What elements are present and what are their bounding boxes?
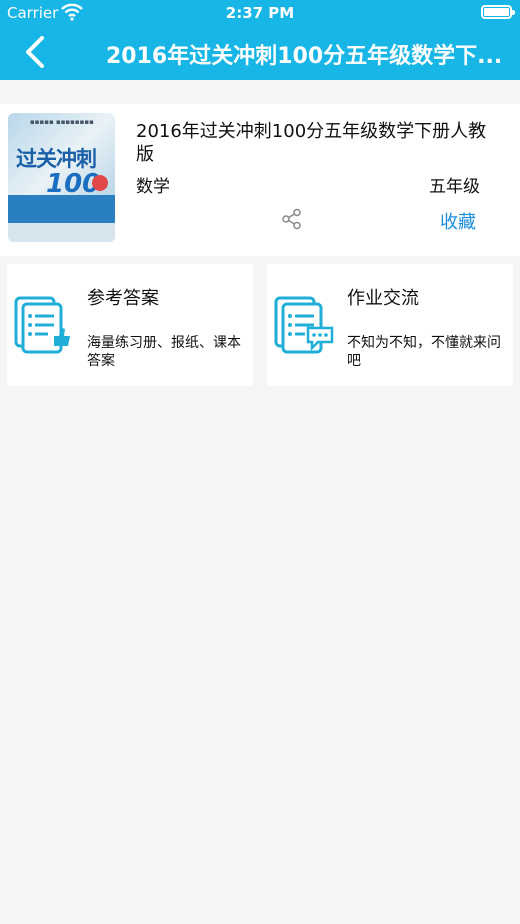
document-thumbs-up-icon [14, 296, 70, 354]
mascot-icon [92, 175, 108, 191]
favorite-button[interactable]: 收藏 [440, 208, 476, 234]
page-title: 2016年过关冲刺100分五年级数学下... [106, 44, 503, 69]
book-cover-image: ▪▪▪▪▪ ▪▪▪▪▪▪▪▪ 过关冲刺 100 [8, 113, 115, 242]
answers-tile-title: 参考答案 [87, 288, 159, 309]
navigation-header: Carrier 2:37 PM 2016年过关冲刺100分五年级数学下... [0, 0, 520, 80]
homework-exchange-tile-title: 作业交流 [347, 288, 419, 309]
book-grade: 五年级 [429, 177, 480, 197]
back-button[interactable] [18, 34, 52, 70]
answers-tile-description: 海量练习册、报纸、课本答案 [87, 335, 241, 369]
clock: 2:37 PM [225, 4, 295, 22]
homework-exchange-tile-description: 不知为不知，不懂就来问吧 [347, 335, 501, 369]
battery-icon [481, 5, 515, 19]
status-bar: Carrier 2:37 PM [0, 0, 520, 26]
nav-bar: 2016年过关冲刺100分五年级数学下... [0, 26, 520, 80]
book-subject: 数学 [136, 177, 170, 197]
book-title: 2016年过关冲刺100分五年级数学下册人教版 [136, 121, 487, 165]
document-chat-icon [274, 296, 334, 354]
answers-tile[interactable]: 参考答案 海量练习册、报纸、课本答案 [7, 264, 253, 386]
share-icon[interactable] [281, 208, 303, 230]
homework-exchange-tile[interactable]: 作业交流 不知为不知，不懂就来问吧 [267, 264, 513, 386]
